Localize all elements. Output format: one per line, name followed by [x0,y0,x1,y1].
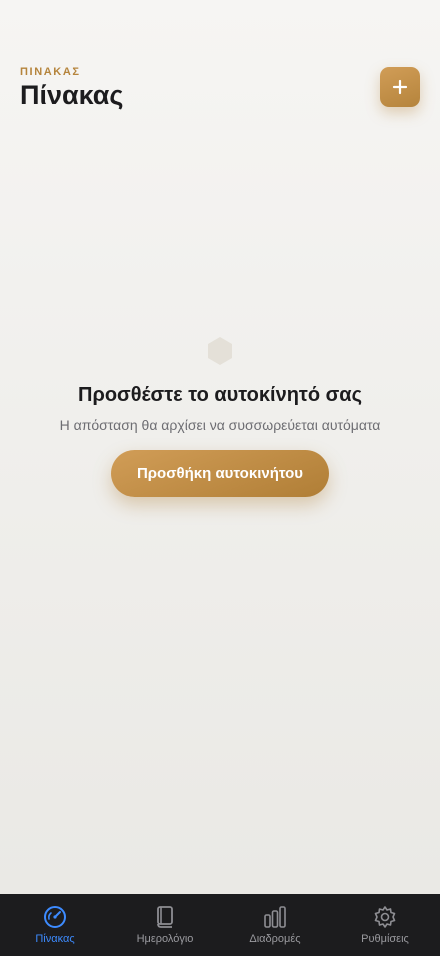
page-title: Πίνακας [20,80,124,110]
plus-icon [392,79,408,95]
tab-dashboard-label: Πίνακας [35,933,75,945]
tab-trips[interactable]: Διαδρομές [220,894,330,956]
tab-dashboard[interactable]: Πίνακας [0,894,110,956]
empty-state-title: Προσθέστε το αυτοκίνητό σας [78,384,362,406]
page-eyebrow: ΠΙΝΑΚΑΣ [20,66,81,78]
speedometer-icon [44,906,66,928]
gear-icon [374,906,396,928]
header: ΠΙΝΑΚΑΣ Πίνακας [20,64,420,114]
empty-state: Προσθέστε το αυτοκίνητό σας Η απόσταση θ… [0,336,440,497]
hexagon-icon [208,337,232,365]
bar-chart-icon [264,906,286,928]
tab-bar: Πίνακας Ημερολόγιο Διαδρομές Ρυθμίσεις [0,894,440,956]
book-icon [157,906,173,928]
add-button[interactable] [380,67,420,107]
tab-settings[interactable]: Ρυθμίσεις [330,894,440,956]
add-car-button[interactable]: Προσθήκη αυτοκινήτου [111,450,329,497]
tab-logbook[interactable]: Ημερολόγιο [110,894,220,956]
tab-settings-label: Ρυθμίσεις [361,933,409,945]
tab-logbook-label: Ημερολόγιο [136,933,194,945]
tab-trips-label: Διαδρομές [249,933,301,945]
empty-state-subtitle: Η απόσταση θα αρχίσει να συσσωρεύεται αυ… [59,417,381,433]
